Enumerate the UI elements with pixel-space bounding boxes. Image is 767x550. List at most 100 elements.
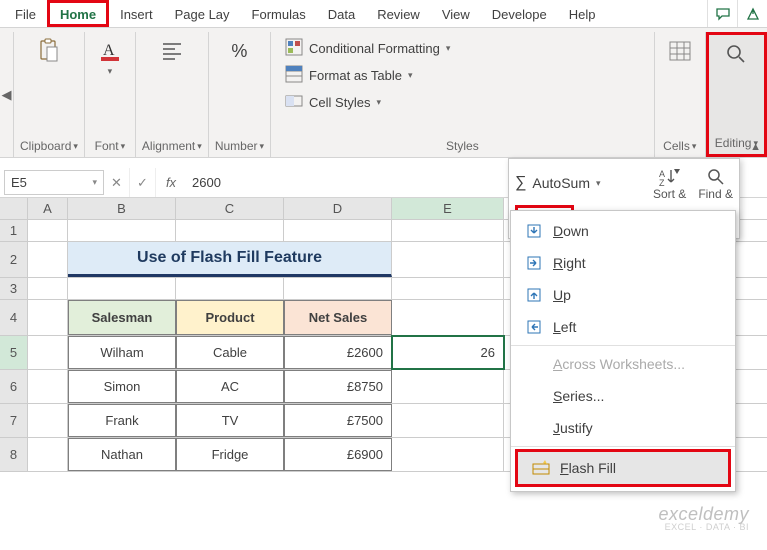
- alignment-button[interactable]: [153, 34, 191, 68]
- chevron-down-icon[interactable]: ▾: [197, 141, 202, 152]
- row-header-3[interactable]: 3: [0, 278, 28, 299]
- flash-fill-item[interactable]: Flash Fill: [515, 449, 731, 487]
- watermark: exceldemy EXCEL · DATA · BI: [658, 505, 749, 532]
- ribbon-tabs: File Home Insert Page Lay Formulas Data …: [0, 0, 767, 28]
- table-cell[interactable]: Nathan: [68, 438, 176, 471]
- group-editing: Editing ▾: [706, 32, 767, 157]
- accept-formula-button[interactable]: ✓: [130, 168, 156, 197]
- table-cell[interactable]: Fridge: [176, 438, 284, 471]
- collapse-ribbon-button[interactable]: ▲: [750, 141, 761, 153]
- row-header-2[interactable]: 2: [0, 242, 28, 277]
- group-clipboard-label: Clipboard: [20, 139, 71, 153]
- formula-value: 2600: [192, 175, 221, 190]
- ribbon-scroll-left[interactable]: ◀: [0, 32, 14, 157]
- fill-down-item[interactable]: DDownown: [511, 215, 735, 247]
- row-header-6[interactable]: 6: [0, 370, 28, 403]
- cancel-formula-button[interactable]: ✕: [104, 168, 130, 197]
- active-cell[interactable]: 26: [392, 336, 504, 369]
- row-header-7[interactable]: 7: [0, 404, 28, 437]
- watermark-subtext: EXCEL · DATA · BI: [665, 523, 749, 532]
- table-cell[interactable]: AC: [176, 370, 284, 403]
- tab-developer[interactable]: Develope: [481, 0, 558, 27]
- cell-styles-button[interactable]: Cell Styles ▾: [285, 90, 450, 115]
- tab-view[interactable]: View: [431, 0, 481, 27]
- editing-button[interactable]: [717, 37, 755, 71]
- comments-button[interactable]: [707, 0, 737, 27]
- fill-justify-item[interactable]: Justify: [511, 412, 735, 444]
- header-salesman: Salesman: [68, 300, 176, 335]
- tab-page-layout[interactable]: Page Lay: [164, 0, 241, 27]
- percent-icon: %: [226, 38, 252, 64]
- col-header-D[interactable]: D: [284, 198, 392, 219]
- table-cell[interactable]: £6900: [284, 438, 392, 471]
- arrow-down-icon: [525, 222, 543, 240]
- table-cell[interactable]: £8750: [284, 370, 392, 403]
- sort-filter-button[interactable]: AZ Sort &: [653, 165, 686, 201]
- font-color-icon: A: [97, 38, 123, 64]
- cond-fmt-label: Conditional Formatting: [309, 41, 440, 56]
- row-header-1[interactable]: 1: [0, 220, 28, 241]
- tab-formulas[interactable]: Formulas: [241, 0, 317, 27]
- font-color-button[interactable]: A ▾: [91, 34, 129, 81]
- name-box[interactable]: E5 ▾: [4, 170, 104, 195]
- chevron-down-icon[interactable]: ▾: [692, 141, 697, 152]
- group-number: % Number ▾: [209, 32, 271, 157]
- chevron-down-icon[interactable]: ▾: [260, 141, 265, 152]
- tab-home[interactable]: Home: [47, 0, 109, 27]
- fill-right-item[interactable]: Right: [511, 247, 735, 279]
- table-cell[interactable]: Frank: [68, 404, 176, 437]
- table-cell[interactable]: £7500: [284, 404, 392, 437]
- watermark-text: exceldemy: [658, 505, 749, 523]
- col-header-B[interactable]: B: [68, 198, 176, 219]
- share-button[interactable]: [737, 0, 767, 27]
- align-icon: [159, 38, 185, 64]
- col-header-A[interactable]: A: [28, 198, 68, 219]
- group-alignment-label: Alignment: [142, 139, 195, 153]
- row-header-4[interactable]: 4: [0, 300, 28, 335]
- table-cell[interactable]: £2600: [284, 336, 392, 369]
- select-all-corner[interactable]: [0, 198, 28, 219]
- col-header-C[interactable]: C: [176, 198, 284, 219]
- svg-text:A: A: [103, 42, 115, 59]
- chevron-down-icon[interactable]: ▾: [121, 141, 126, 152]
- fill-up-item[interactable]: Up: [511, 279, 735, 311]
- table-cell[interactable]: Simon: [68, 370, 176, 403]
- tab-insert[interactable]: Insert: [109, 0, 164, 27]
- tab-review[interactable]: Review: [366, 0, 431, 27]
- sort-label: Sort &: [653, 187, 686, 201]
- fill-series-item[interactable]: Series...: [511, 380, 735, 412]
- group-font: A ▾ Font ▾: [85, 32, 136, 157]
- fx-icon[interactable]: fx: [156, 168, 186, 197]
- tab-file[interactable]: File: [4, 0, 47, 27]
- table-cell[interactable]: Cable: [176, 336, 284, 369]
- chevron-down-icon[interactable]: ▾: [92, 177, 97, 188]
- table-cell[interactable]: Wilham: [68, 336, 176, 369]
- format-as-table-button[interactable]: Format as Table ▾: [285, 63, 450, 88]
- sheet-title: Use of Flash Fill Feature: [68, 242, 392, 277]
- find-select-button[interactable]: Find &: [698, 165, 733, 201]
- svg-text:Z: Z: [659, 178, 665, 187]
- table-cell[interactable]: TV: [176, 404, 284, 437]
- flash-fill-icon: [532, 459, 550, 477]
- row-header-8[interactable]: 8: [0, 438, 28, 471]
- row-header-5[interactable]: 5: [0, 336, 28, 369]
- autosum-button[interactable]: ∑ AutoSum ▾: [515, 174, 601, 192]
- sigma-icon: ∑: [515, 174, 526, 192]
- group-editing-label: Editing: [715, 136, 752, 150]
- percent-button[interactable]: %: [220, 34, 258, 68]
- conditional-formatting-button[interactable]: Conditional Formatting ▾: [285, 36, 450, 61]
- group-font-label: Font: [95, 139, 119, 153]
- name-box-value: E5: [11, 175, 27, 190]
- cond-fmt-icon: [285, 38, 303, 59]
- paste-button[interactable]: [30, 34, 68, 68]
- tab-data[interactable]: Data: [317, 0, 366, 27]
- fmt-table-label: Format as Table: [309, 68, 402, 83]
- cell-styles-label: Cell Styles: [309, 95, 370, 110]
- cells-button[interactable]: [661, 34, 699, 68]
- fill-left-item[interactable]: Left: [511, 311, 735, 343]
- tab-help[interactable]: Help: [558, 0, 607, 27]
- col-header-E[interactable]: E: [392, 198, 504, 219]
- header-netsales: Net Sales: [284, 300, 392, 335]
- chevron-down-icon[interactable]: ▾: [73, 141, 78, 152]
- autosum-label: AutoSum: [532, 175, 590, 191]
